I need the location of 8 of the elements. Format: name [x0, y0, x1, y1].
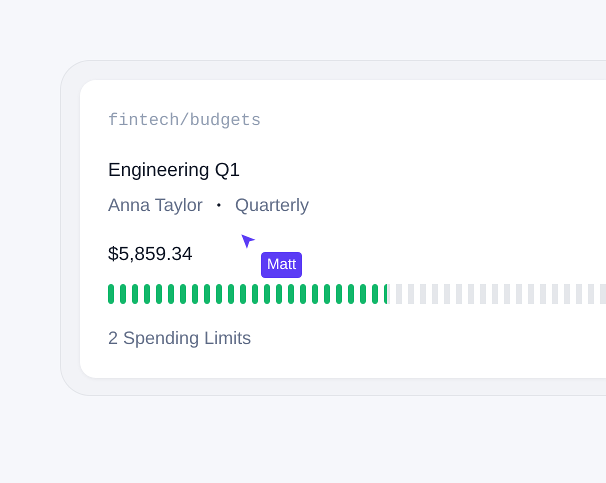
budget-amount: $5,859.34: [108, 243, 193, 267]
separator-dot: •: [216, 197, 221, 214]
owner-name: Anna Taylor: [108, 194, 203, 216]
period-label: Quarterly: [234, 194, 309, 216]
cursor-name-tag: Matt: [261, 252, 302, 278]
repo-path: fintech/budgets: [108, 112, 262, 132]
spending-limits-label: 2 Spending Limits: [108, 327, 252, 349]
budget-title: Engineering Q1: [108, 160, 242, 182]
